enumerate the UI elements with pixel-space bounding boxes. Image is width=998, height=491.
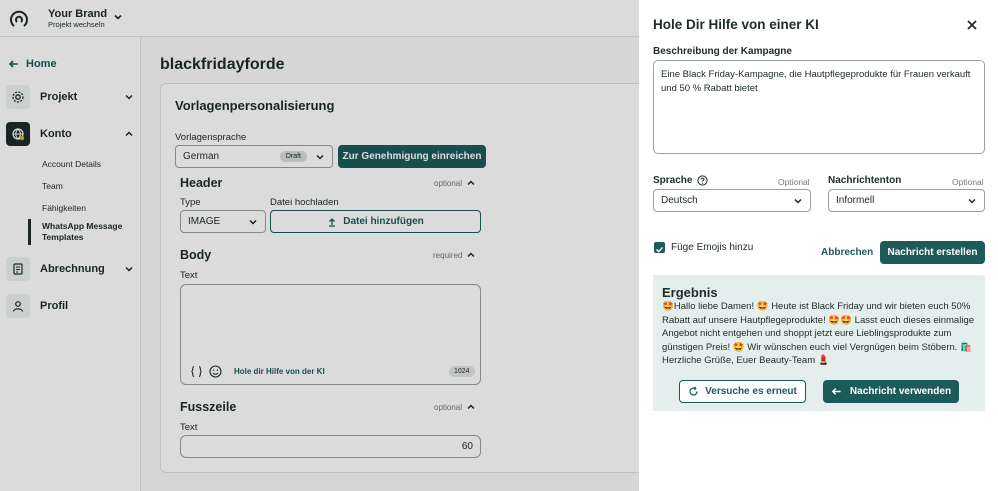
help-circle-icon[interactable] (697, 175, 709, 186)
use-message-label: Nachricht verwenden (849, 386, 952, 397)
campaign-desc-label: Beschreibung der Kampagne (653, 46, 792, 57)
language-field-label: Sprache (653, 175, 709, 186)
ai-help-drawer: Hole Dir Hilfe von einer KI Beschreibung… (639, 0, 998, 491)
arrow-left-icon (831, 388, 841, 395)
emoji-checkbox[interactable] (654, 242, 665, 253)
refresh-icon (689, 386, 698, 396)
chevron-down-icon (968, 198, 976, 204)
result-title: Ergebnis (662, 285, 718, 300)
result-text: 🤩Hallo liebe Damen! 🤩 Heute ist Black Fr… (662, 301, 975, 367)
retry-button[interactable]: Versuche es erneut (679, 380, 806, 403)
language-select[interactable]: Deutsch (653, 189, 811, 212)
language-label: Sprache (653, 175, 693, 186)
tone-label: Nachrichtenton (828, 175, 902, 186)
retry-label: Versuche es erneut (705, 386, 797, 397)
close-icon[interactable] (965, 18, 979, 32)
use-message-button[interactable]: Nachricht verwenden (823, 380, 959, 403)
cancel-button[interactable]: Abbrechen (821, 247, 873, 258)
language-optional: Optional (778, 177, 810, 187)
create-message-button[interactable]: Nachricht erstellen (880, 241, 985, 264)
chevron-down-icon (794, 198, 802, 204)
language-select-value: Deutsch (661, 195, 698, 206)
campaign-desc-input[interactable]: Eine Black Friday-Kampagne, die Hautpfle… (653, 60, 985, 154)
tone-select-value: Informell (836, 195, 875, 206)
check-icon (655, 246, 664, 253)
drawer-title: Hole Dir Hilfe von einer KI (653, 17, 819, 32)
emoji-checkbox-label[interactable]: Füge Emojis hinzu (671, 242, 753, 253)
tone-optional: Optional (952, 177, 984, 187)
result-panel: Ergebnis 🤩Hallo liebe Damen! 🤩 Heute ist… (653, 275, 985, 411)
tone-select[interactable]: Informell (828, 189, 985, 212)
modal-overlay[interactable] (0, 0, 639, 491)
